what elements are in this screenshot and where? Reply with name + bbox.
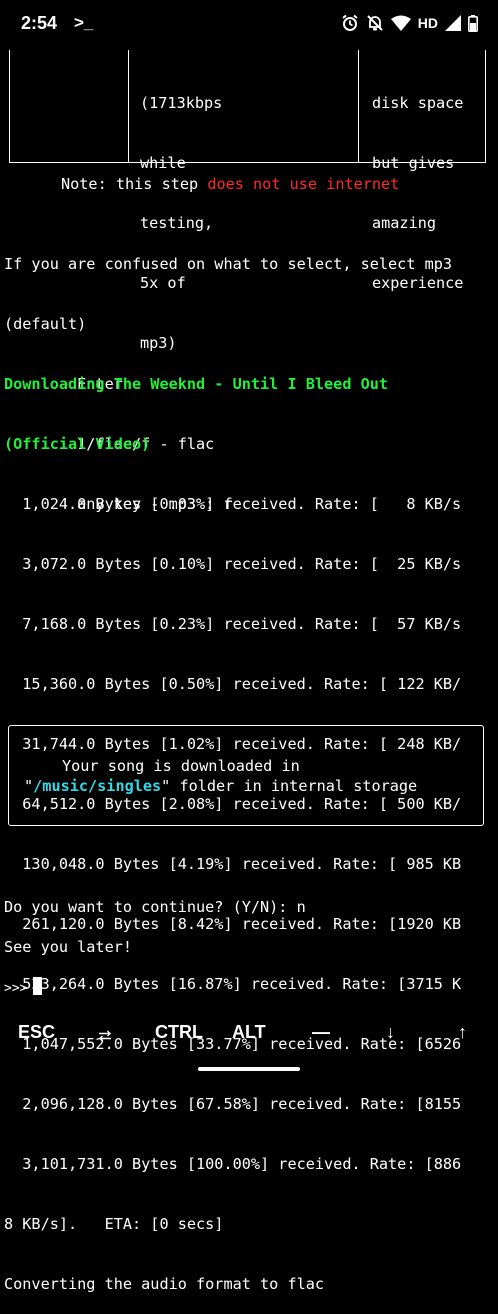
- input-prompt: >>>: [4, 981, 28, 996]
- progress-line: 261,120.0 Bytes [8.42%] received. Rate: …: [4, 915, 462, 933]
- continue-prompt: Do you want to continue? (Y/N): n: [4, 898, 306, 916]
- status-icons: HD: [341, 14, 478, 32]
- progress-line: 3,072.0 Bytes [0.10%] received. Rate: [ …: [4, 555, 462, 573]
- goodbye-line: See you later!: [4, 938, 133, 956]
- input-line[interactable]: >>>: [4, 977, 43, 999]
- progress-line: 130,048.0 Bytes [4.19%] received. Rate: …: [4, 855, 462, 873]
- alt-key[interactable]: ALT: [232, 1022, 266, 1043]
- esc-key[interactable]: ESC: [18, 1022, 55, 1043]
- terminal-line: If you are confused on what to select, s…: [4, 255, 453, 273]
- progress-line: 15,360.0 Bytes [0.50%] received. Rate: […: [4, 675, 462, 693]
- progress-line: 8 KB/s]. ETA: [0 secs]: [4, 1215, 224, 1233]
- table-divider: [358, 50, 359, 162]
- download-path: /music/singles: [33, 777, 162, 795]
- table-cell-line: while: [140, 154, 186, 172]
- status-time: 2:54: [21, 13, 58, 33]
- wifi-icon: [390, 15, 411, 31]
- alarm-icon: [342, 14, 358, 31]
- quote: ": [24, 777, 34, 795]
- result-line-1: Your song is downloaded in: [62, 757, 300, 775]
- format-comparison-table-fragment: (1713kbps while testing, 5x of mp3) disk…: [9, 50, 486, 352]
- progress-line: 2,096,128.0 Bytes [67.58%] received. Rat…: [4, 1095, 462, 1113]
- gesture-navigation-handle[interactable]: [198, 1067, 300, 1071]
- note-highlight: does not use internet: [207, 175, 400, 193]
- tab-key[interactable]: [98, 1026, 112, 1047]
- down-arrow-key[interactable]: ↓: [386, 1022, 395, 1043]
- table-divider: [128, 50, 129, 162]
- notifications-off-icon: [367, 15, 383, 31]
- network-type-label: HD: [417, 15, 438, 31]
- result-line-2: "/music/singles" folder in internal stor…: [24, 776, 417, 796]
- download-heading: (Official Video): [4, 435, 151, 453]
- result-line-rest: " folder in internal storage: [161, 777, 418, 795]
- tab-arrows-icon: [99, 1030, 111, 1042]
- table-cell-line: but gives: [372, 154, 455, 172]
- note-prefix: Note: this step: [61, 175, 208, 193]
- download-heading: Downloading The Weeknd - Until I Bleed O…: [4, 375, 389, 393]
- battery-icon: [468, 14, 478, 32]
- note-line: Note: this step does not use internet: [61, 174, 399, 194]
- table-cell-line: (1713kbps: [140, 94, 223, 112]
- extra-keys-bar: ESC CTRL ALT — ↓ ↑: [0, 1012, 498, 1052]
- dash-key[interactable]: —: [312, 1022, 330, 1043]
- status-bar: 2:54 >_ HD: [0, 0, 498, 50]
- download-result-box: Your song is downloaded in "/music/singl…: [8, 725, 484, 826]
- text-cursor: [33, 977, 43, 995]
- progress-line: 1,024.0 Bytes [0.03%] received. Rate: [ …: [4, 495, 462, 513]
- terminal-line: (default): [4, 315, 87, 333]
- terminal-notification-icon: >_: [74, 13, 94, 32]
- progress-line: 3,101,731.0 Bytes [100.00%] received. Ra…: [4, 1155, 462, 1173]
- signal-icon: [445, 15, 461, 31]
- converting-line: Converting the audio format to flac: [4, 1275, 325, 1293]
- table-cell-line: disk space: [372, 94, 464, 112]
- ctrl-key[interactable]: CTRL: [155, 1022, 203, 1043]
- progress-line: 523,264.0 Bytes [16.87%] received. Rate:…: [4, 975, 462, 993]
- progress-line: 7,168.0 Bytes [0.23%] received. Rate: [ …: [4, 615, 462, 633]
- up-arrow-key[interactable]: ↑: [458, 1022, 467, 1043]
